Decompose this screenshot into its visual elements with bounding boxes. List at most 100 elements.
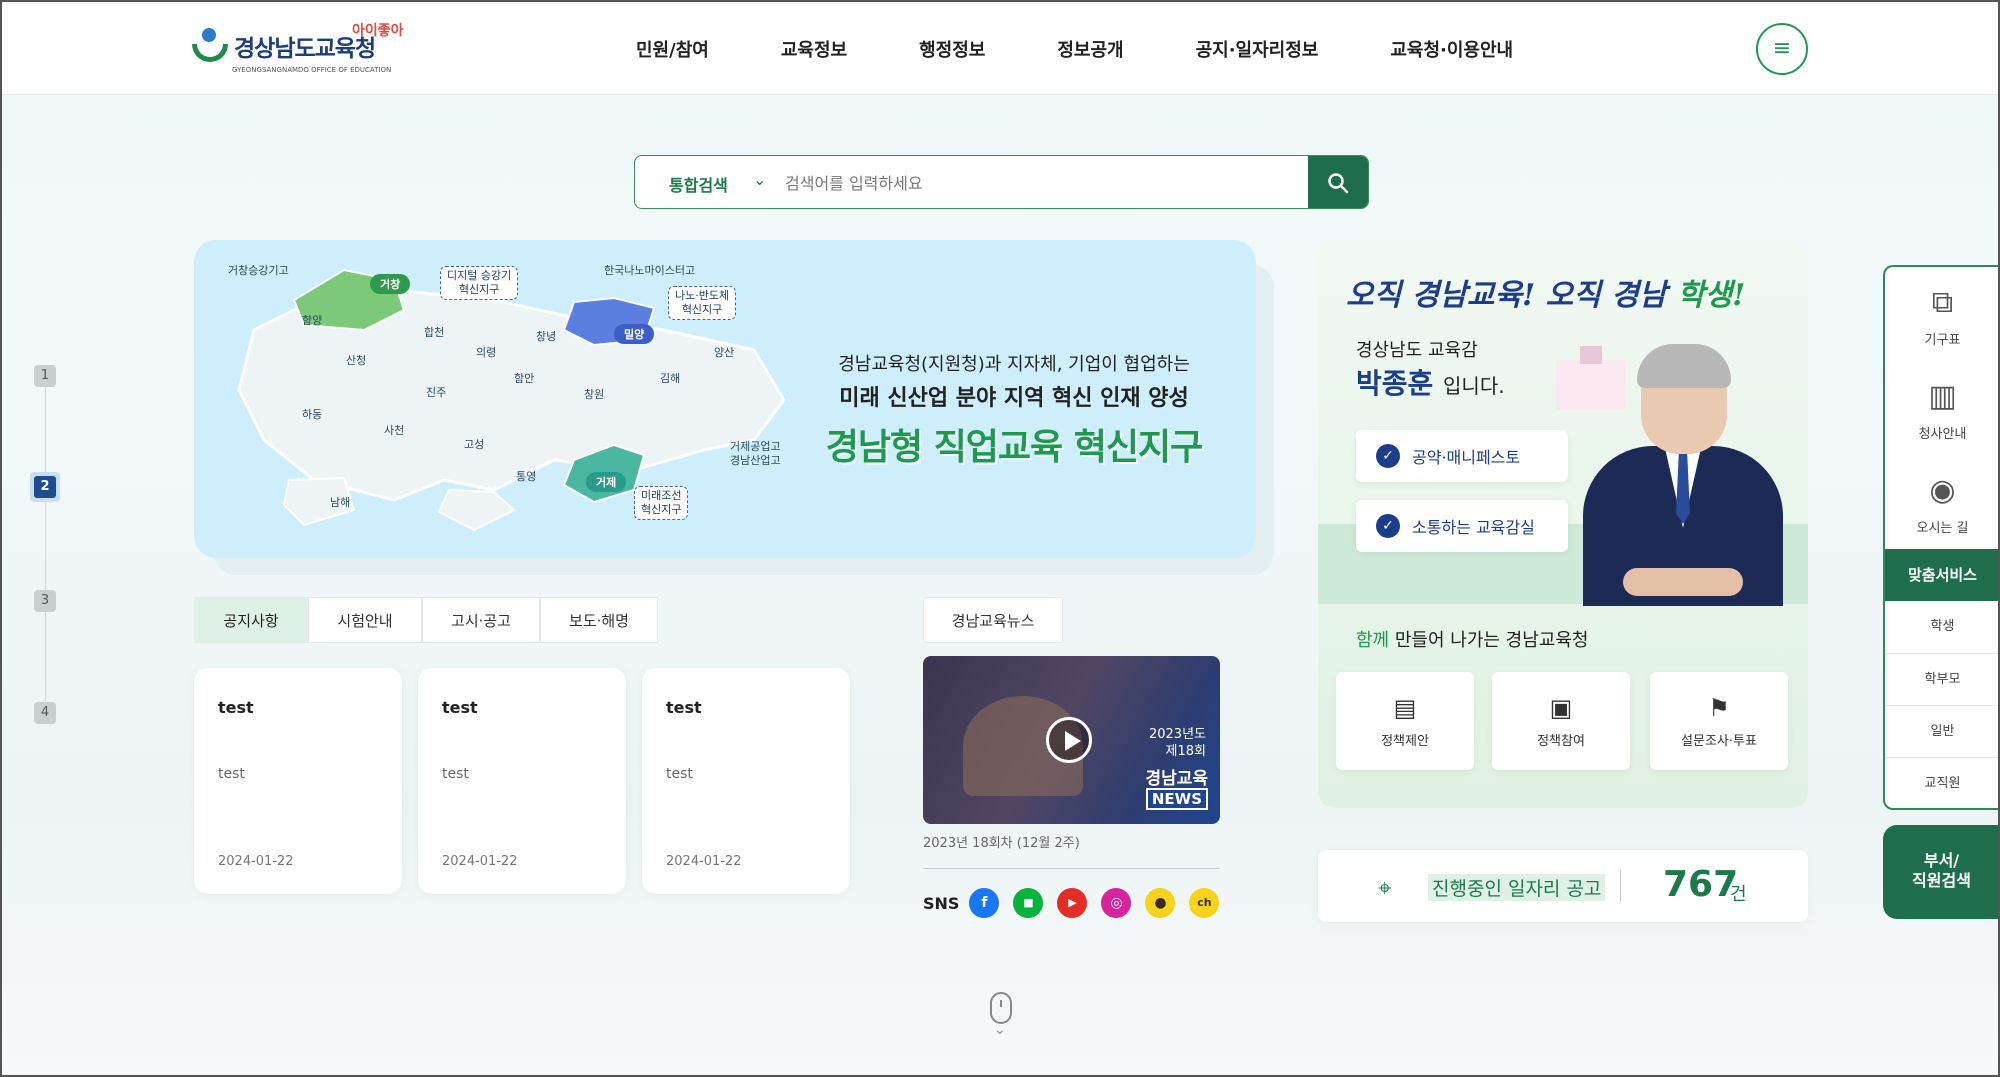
notice-card-title: test (442, 698, 478, 717)
main-banner[interactable]: 거창승강기고 거창 디지털 승강기 혁신지구 한국나노마이스터고 나노·반도체 혁신… (194, 240, 1256, 558)
nav-item-about[interactable]: 교육청·이용안내 (1390, 36, 1513, 62)
map-box-digital-line2: 혁신지구 (458, 283, 500, 296)
dept-search-line2: 직원검색 (1912, 871, 1971, 890)
nav-item-complaints[interactable]: 민원/참여 (636, 36, 709, 62)
quick-org-chart[interactable]: ⧉ 기구표 (1885, 267, 2000, 361)
notice-card[interactable]: test test 2024-01-22 (194, 668, 402, 894)
all-menu-button[interactable]: ≡ (1756, 23, 1808, 75)
instagram-icon[interactable]: ◎ (1101, 888, 1132, 918)
together-heading: 함께 만들어 나가는 경남교육청 (1356, 626, 1588, 652)
jobs-count: 767 (1663, 864, 1739, 905)
hamburger-icon: ≡ (1772, 36, 1792, 61)
play-icon[interactable] (1046, 717, 1092, 763)
notice-card-title: test (666, 698, 702, 717)
map-box-shipbuild-line1: 미래조선 (641, 489, 682, 502)
search-button[interactable] (1308, 156, 1368, 208)
communication-office-link[interactable]: ✓ 소통하는 교육감실 (1356, 500, 1568, 552)
tab-announcements[interactable]: 고시·공고 (422, 597, 540, 643)
notice-card-title: test (218, 698, 254, 717)
superintendent-slogan: 오직 경남교육! 오직 경남 학생! (1346, 270, 1745, 314)
custom-service-parent[interactable]: 학부모 (1885, 653, 2000, 705)
notice-card[interactable]: test test 2024-01-22 (418, 668, 626, 894)
together-highlight: 함께 (1356, 630, 1390, 651)
nav-item-admin-info[interactable]: 행정정보 (919, 36, 985, 62)
map-region: 산청 (346, 354, 367, 367)
dept-staff-search-button[interactable]: 부서/직원검색 (1883, 825, 2000, 919)
notice-card-body: test (442, 766, 469, 782)
scroll-mouse-icon[interactable] (990, 992, 1012, 1024)
video-news-tag: NEWS (1145, 788, 1208, 810)
map-box-nano: 나노·반도체 혁신지구 (668, 286, 737, 320)
jobs-counter[interactable]: ⌖ 진행중인 일자리 공고 767 건 (1318, 850, 1808, 922)
quick-label: 기구표 (1924, 333, 1961, 348)
line-icon[interactable]: ■ (1013, 888, 1044, 918)
search-input[interactable] (785, 166, 1305, 200)
quick-building-guide[interactable]: ▥ 청사안내 (1885, 361, 2000, 455)
flag-icon: ⚑ (1708, 694, 1730, 722)
map-region: 진주 (426, 386, 447, 399)
superintendent-photo (1583, 344, 1783, 606)
logo-subtitle: GYEONGSANGNAMDO OFFICE OF EDUCATION (232, 66, 392, 74)
quick-label: 청사안내 (1918, 427, 1967, 442)
tab-press[interactable]: 보도·해명 (540, 597, 658, 643)
map-region: 의령 (476, 346, 497, 359)
pager-dot-2[interactable]: 2 (30, 472, 60, 502)
site-logo[interactable]: 경상남도교육청 아이좋아 GYEONGSANGNAMDO OFFICE OF E… (192, 23, 404, 74)
facebook-icon[interactable]: f (969, 888, 1000, 918)
service-survey-vote[interactable]: ⚑ 설문조사·투표 (1650, 672, 1788, 770)
custom-service-student[interactable]: 학생 (1885, 601, 2000, 653)
map-label-geoje-school-2: 경남산업고 (730, 454, 781, 467)
pager-dot-1[interactable]: 1 (34, 365, 56, 387)
quick-directions[interactable]: ◉ 오시는 길 (1885, 455, 2000, 549)
map-region: 창녕 (536, 330, 557, 343)
check-icon: ✓ (1376, 514, 1400, 538)
nav-item-education-info[interactable]: 교육정보 (781, 36, 847, 62)
tab-notices[interactable]: 공지사항 (194, 597, 308, 643)
pager-dot-3[interactable]: 3 (34, 590, 56, 612)
building-icon: ▥ (1928, 379, 1957, 414)
custom-service-staff[interactable]: 교직원 (1885, 757, 2000, 808)
banner-headline: 경남형 직업교육 혁신지구 (825, 427, 1203, 468)
map-region: 통영 (516, 470, 537, 483)
map-box-nano-line1: 나노·반도체 (675, 289, 730, 302)
nav-item-notice-jobs[interactable]: 공지·일자리정보 (1196, 36, 1319, 62)
service-policy-proposal[interactable]: ▤ 정책제안 (1336, 672, 1474, 770)
service-label: 설문조사·투표 (1681, 734, 1757, 749)
tab-gyeongnam-news[interactable]: 경남교육뉴스 (923, 597, 1063, 643)
video-year: 2023년도 (1148, 727, 1206, 742)
pager-dot-4[interactable]: 4 (34, 702, 56, 724)
service-policy-participation[interactable]: ▣ 정책참여 (1492, 672, 1630, 770)
communication-office-label: 소통하는 교육감실 (1412, 518, 1535, 537)
notice-card-date: 2024-01-22 (218, 854, 294, 869)
tab-exams[interactable]: 시험안내 (308, 597, 422, 643)
search-icon (1328, 173, 1349, 194)
kakaotalk-icon[interactable]: ● (1145, 888, 1176, 918)
dept-search-line1: 부서/ (1923, 851, 1960, 870)
manifesto-link[interactable]: ✓ 공약·매니페스토 (1356, 430, 1568, 482)
pager-dot-2-label: 2 (34, 476, 56, 498)
map-box-shipbuild: 미래조선 혁신지구 (634, 486, 689, 520)
kakaochannel-icon[interactable]: ch (1189, 888, 1220, 918)
video-caption[interactable]: 2023년 18회차 (12월 2주) (923, 832, 1080, 851)
map-label-nano-school: 한국나노마이스터고 (604, 264, 696, 277)
search-scope-select[interactable]: 통합검색 (669, 172, 728, 196)
quick-menu: ⧉ 기구표 ▥ 청사안내 ◉ 오시는 길 맞춤서비스 학생 학부모 일반 교직원 (1883, 265, 2000, 810)
news-video-thumbnail[interactable]: 2023년도 제18회 경남교육 NEWS (923, 656, 1220, 824)
youtube-icon[interactable]: ▶ (1057, 888, 1088, 918)
sns-links: SNS f ■ ▶ ◎ ● ch (923, 888, 1233, 918)
divider (1620, 870, 1621, 902)
custom-service-general[interactable]: 일반 (1885, 705, 2000, 757)
notice-card-date: 2024-01-22 (442, 854, 518, 869)
map-label-geochang-school: 거창승강기고 (228, 264, 289, 277)
pager-line (45, 375, 46, 715)
map-region: 합천 (424, 326, 445, 339)
map-pin-geoje: 거제 (586, 472, 627, 492)
map-box-shipbuild-line2: 혁신지구 (641, 503, 682, 516)
notice-tabs: 공지사항 시험안내 고시·공고 보도·해명 (194, 597, 658, 643)
jobs-unit: 건 (1730, 884, 1747, 905)
chevron-down-icon[interactable]: ⌄ (753, 170, 766, 189)
nav-item-disclosure[interactable]: 정보공개 (1057, 36, 1123, 62)
site-header: 경상남도교육청 아이좋아 GYEONGSANGNAMDO OFFICE OF E… (0, 0, 2000, 95)
map-box-nano-line2: 혁신지구 (681, 303, 723, 316)
notice-card[interactable]: test test 2024-01-22 (642, 668, 850, 894)
